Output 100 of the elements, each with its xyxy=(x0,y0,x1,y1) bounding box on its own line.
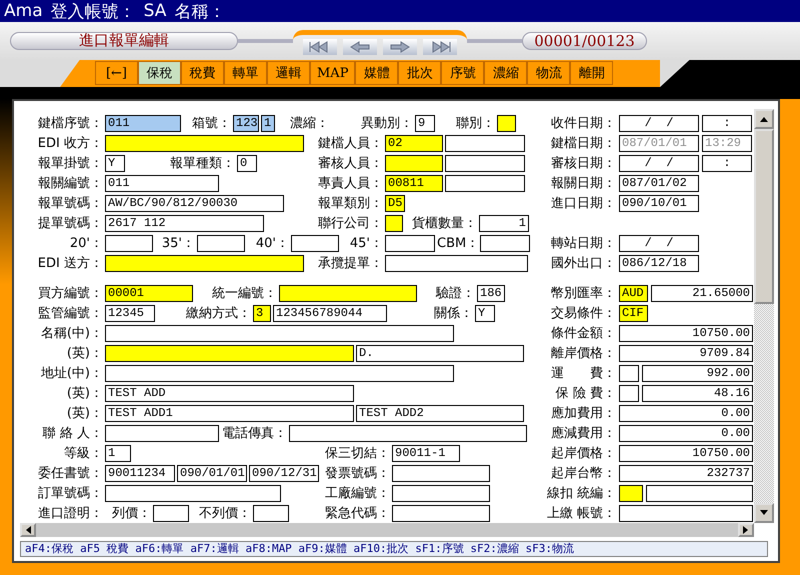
input-field[interactable]: 186 xyxy=(477,284,505,302)
scroll-right-button[interactable] xyxy=(738,523,754,537)
input-field[interactable]: 123456789044 xyxy=(273,304,387,322)
input-field[interactable]: 1 xyxy=(479,214,529,232)
input-field[interactable]: 0 xyxy=(237,154,257,172)
input-field[interactable]: 3 xyxy=(253,304,271,322)
input-field[interactable]: 123 xyxy=(233,114,259,132)
input-field[interactable] xyxy=(105,344,354,362)
input-field[interactable] xyxy=(445,134,525,152)
input-field[interactable] xyxy=(291,234,339,252)
input-field[interactable] xyxy=(619,504,753,522)
input-field[interactable] xyxy=(105,424,219,442)
input-field[interactable]: 2617 112 xyxy=(105,214,264,232)
input-field[interactable] xyxy=(385,234,435,252)
input-field[interactable] xyxy=(253,504,289,522)
input-field[interactable]: 48.16 xyxy=(642,384,753,402)
input-field[interactable]: 1 xyxy=(261,114,275,132)
input-field[interactable]: 10750.00 xyxy=(619,324,753,342)
input-field[interactable]: AUD xyxy=(619,284,648,302)
input-field[interactable] xyxy=(445,174,525,192)
input-field[interactable]: CIF xyxy=(619,304,648,322)
input-field[interactable] xyxy=(619,364,639,382)
input-field[interactable]: 232737 xyxy=(619,464,753,482)
input-field[interactable]: 1 xyxy=(105,444,131,462)
input-field[interactable]: TEST ADD1 xyxy=(105,404,354,422)
input-field[interactable]: D5 xyxy=(385,194,405,212)
input-field[interactable]: 90011-1 xyxy=(392,444,460,462)
toolbar-tab[interactable]: 媒體 xyxy=(355,61,398,86)
input-field[interactable] xyxy=(385,154,443,172)
toolbar-tab[interactable]: 轉單 xyxy=(224,61,267,86)
input-field[interactable]: 011 xyxy=(105,114,181,132)
input-field[interactable]: 090/12/31 xyxy=(249,464,319,482)
toolbar-tab[interactable]: MAP xyxy=(310,61,356,86)
toolbar-tab[interactable]: 濃縮 xyxy=(484,61,528,86)
input-field[interactable] xyxy=(445,154,525,172)
input-field[interactable]: 090/10/01 xyxy=(619,194,699,212)
input-field[interactable]: 992.00 xyxy=(642,364,753,382)
input-field[interactable]: : xyxy=(702,114,752,132)
input-field[interactable] xyxy=(385,254,528,272)
input-field[interactable]: AW/BC/90/812/90030 xyxy=(105,194,284,212)
input-field[interactable] xyxy=(289,424,527,442)
toolbar-tab[interactable]: 保稅 xyxy=(138,61,181,86)
input-field[interactable]: D. xyxy=(356,344,524,362)
input-field[interactable]: 90011234 xyxy=(105,464,175,482)
vertical-scrollbar[interactable] xyxy=(754,109,774,523)
toolbar-tab[interactable]: 離開 xyxy=(570,61,614,86)
last-record-button[interactable] xyxy=(423,39,457,56)
input-field[interactable] xyxy=(619,484,643,502)
input-field[interactable] xyxy=(392,484,490,502)
input-field[interactable]: 00811 xyxy=(385,174,443,192)
input-field[interactable]: : xyxy=(702,154,752,172)
input-field[interactable]: 9 xyxy=(415,114,435,132)
input-field[interactable] xyxy=(392,464,490,482)
toolbar-tab[interactable]: 邏輯 xyxy=(267,61,310,86)
input-field[interactable]: / / xyxy=(619,234,699,252)
scroll-left-button[interactable] xyxy=(20,523,36,537)
input-field[interactable] xyxy=(279,284,417,302)
input-field[interactable]: TEST ADD xyxy=(105,384,354,402)
input-field[interactable]: Y xyxy=(475,304,495,322)
input-field[interactable]: / / xyxy=(619,154,699,172)
input-field[interactable] xyxy=(105,364,454,382)
input-field[interactable] xyxy=(105,234,153,252)
input-field[interactable]: Y xyxy=(105,154,125,172)
first-record-button[interactable] xyxy=(303,39,337,56)
input-field[interactable] xyxy=(385,214,403,232)
scroll-up-button[interactable] xyxy=(754,109,774,129)
input-field[interactable] xyxy=(197,234,245,252)
toolbar-tab[interactable]: 物流 xyxy=(527,61,570,86)
input-field[interactable] xyxy=(105,484,281,502)
input-field[interactable]: 086/12/18 xyxy=(619,254,699,272)
input-field[interactable]: 0.00 xyxy=(619,424,753,442)
scroll-down-button[interactable] xyxy=(754,503,774,523)
input-field[interactable] xyxy=(480,234,530,252)
input-field[interactable]: 21.65000 xyxy=(651,284,753,302)
input-field[interactable]: / / xyxy=(619,114,699,132)
previous-record-button[interactable] xyxy=(343,39,377,56)
input-field[interactable] xyxy=(105,254,304,272)
input-field[interactable]: 02 xyxy=(385,134,443,152)
input-field[interactable]: 12345 xyxy=(105,304,155,322)
toolbar-tab[interactable]: 稅費 xyxy=(181,61,224,86)
input-field[interactable] xyxy=(105,324,454,342)
toolbar-tab[interactable]: 序號 xyxy=(441,61,484,86)
input-field[interactable]: 10750.00 xyxy=(619,444,753,462)
toolbar-tab[interactable]: 批次 xyxy=(398,61,442,86)
input-field[interactable]: 00001 xyxy=(105,284,193,302)
input-field[interactable]: 0.00 xyxy=(619,404,753,422)
input-field[interactable] xyxy=(646,484,753,502)
input-field[interactable]: 090/01/01 xyxy=(177,464,247,482)
next-record-button[interactable] xyxy=(383,39,417,56)
input-field[interactable] xyxy=(153,504,189,522)
horizontal-scrollbar[interactable] xyxy=(20,523,754,537)
input-field[interactable] xyxy=(392,504,490,522)
scrollbar-thumb[interactable] xyxy=(754,129,774,304)
input-field[interactable]: 011 xyxy=(105,174,219,192)
input-field[interactable]: 9709.84 xyxy=(619,344,753,362)
toolbar-tab[interactable]: [←] xyxy=(95,61,138,86)
input-field[interactable] xyxy=(497,114,516,132)
input-field[interactable]: 087/01/02 xyxy=(619,174,699,192)
input-field[interactable] xyxy=(619,384,639,402)
input-field[interactable] xyxy=(105,134,304,152)
